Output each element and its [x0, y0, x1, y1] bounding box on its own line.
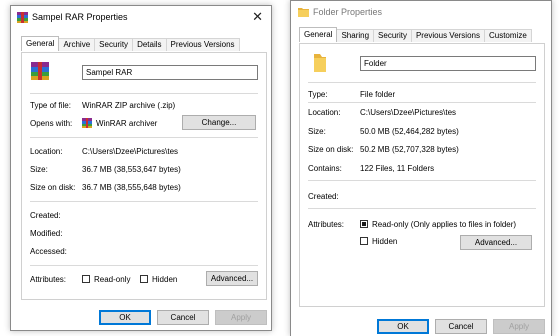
tab-details[interactable]: Details [133, 38, 167, 51]
ok-button[interactable]: OK [99, 310, 151, 325]
window-title: Folder Properties [313, 7, 383, 17]
size-value: 50.0 MB (52,464,282 bytes) [360, 127, 459, 136]
filename-input[interactable]: Sampel RAR [82, 65, 258, 80]
hidden-checkbox[interactable] [140, 275, 148, 283]
winrar-app-icon [17, 11, 28, 23]
winrar-small-icon [82, 118, 92, 128]
tab-previous-versions[interactable]: Previous Versions [166, 38, 240, 51]
size-label: Size: [30, 165, 48, 174]
tab-sharing[interactable]: Sharing [337, 29, 375, 42]
folder-properties-window: Folder Properties General Sharing Securi… [290, 0, 552, 336]
winrar-file-icon [30, 61, 50, 81]
type-label: Type of file: [30, 101, 71, 110]
divider [308, 82, 536, 83]
size-on-disk-label: Size on disk: [30, 183, 76, 192]
title-bar: Folder Properties [291, 1, 551, 23]
size-on-disk-value: 36.7 MB (38,555,648 bytes) [82, 183, 181, 192]
contains-value: 122 Files, 11 Folders [360, 164, 435, 173]
divider [308, 180, 536, 181]
read-only-checkbox[interactable] [82, 275, 90, 283]
advanced-button[interactable]: Advanced... [460, 235, 532, 250]
tab-general[interactable]: General [21, 36, 60, 51]
divider [30, 93, 258, 94]
folder-app-icon [298, 7, 309, 17]
hidden-label[interactable]: Hidden [152, 275, 177, 284]
window-title: Sampel RAR Properties [32, 12, 128, 22]
divider [30, 201, 258, 202]
size-value: 36.7 MB (38,553,647 bytes) [82, 165, 181, 174]
attributes-label: Attributes: [308, 220, 345, 229]
accessed-label: Accessed: [30, 247, 67, 256]
location-value: C:\Users\Dzee\Pictures\tes [360, 108, 457, 117]
tab-bar: General Archive Security Details Previou… [21, 36, 240, 51]
change-button[interactable]: Change... [182, 115, 256, 130]
title-bar: Sampel RAR Properties ✕ [11, 6, 271, 28]
apply-button[interactable]: Apply [493, 319, 545, 334]
general-panel: Sampel RAR Type of file: WinRAR ZIP arch… [21, 52, 267, 300]
contains-label: Contains: [308, 164, 342, 173]
divider [308, 208, 536, 209]
opens-with-value: WinRAR archiver [96, 119, 158, 128]
divider [30, 137, 258, 138]
tab-general[interactable]: General [299, 27, 338, 42]
size-on-disk-label: Size on disk: [308, 145, 354, 154]
type-value: File folder [360, 90, 396, 99]
location-label: Location: [30, 147, 63, 156]
ok-button[interactable]: OK [377, 319, 429, 334]
size-on-disk-value: 50.2 MB (52,707,328 bytes) [360, 145, 459, 154]
opens-with-label: Opens with: [30, 119, 73, 128]
modified-label: Modified: [30, 229, 63, 238]
foldername-input[interactable]: Folder [360, 56, 536, 71]
size-label: Size: [308, 127, 326, 136]
cancel-button[interactable]: Cancel [435, 319, 487, 334]
divider [30, 265, 258, 266]
hidden-checkbox[interactable] [360, 237, 368, 245]
read-only-checkbox[interactable] [360, 220, 368, 228]
divider [308, 102, 536, 103]
created-label: Created: [30, 211, 61, 220]
tab-security[interactable]: Security [95, 38, 134, 51]
cancel-button[interactable]: Cancel [157, 310, 209, 325]
type-label: Type: [308, 90, 328, 99]
read-only-label[interactable]: Read-only (Only applies to files in fold… [372, 220, 516, 229]
location-value: C:\Users\Dzee\Pictures\tes [82, 147, 179, 156]
hidden-label[interactable]: Hidden [372, 237, 397, 246]
tab-customize[interactable]: Customize [484, 29, 532, 42]
tab-security[interactable]: Security [374, 29, 412, 42]
folder-icon [312, 52, 328, 74]
tab-bar: General Sharing Security Previous Versio… [299, 27, 532, 42]
rar-properties-window: Sampel RAR Properties ✕ General Archive … [10, 5, 272, 331]
created-label: Created: [308, 192, 339, 201]
read-only-label[interactable]: Read-only [94, 275, 130, 284]
tab-archive[interactable]: Archive [59, 38, 96, 51]
location-label: Location: [308, 108, 341, 117]
close-icon[interactable]: ✕ [252, 9, 263, 25]
attributes-label: Attributes: [30, 275, 67, 284]
advanced-button[interactable]: Advanced... [206, 271, 258, 286]
type-value: WinRAR ZIP archive (.zip) [82, 101, 176, 110]
apply-button[interactable]: Apply [215, 310, 267, 325]
general-panel: Folder Type: File folder Location: C:\Us… [299, 43, 545, 307]
tab-previous-versions[interactable]: Previous Versions [411, 29, 485, 42]
